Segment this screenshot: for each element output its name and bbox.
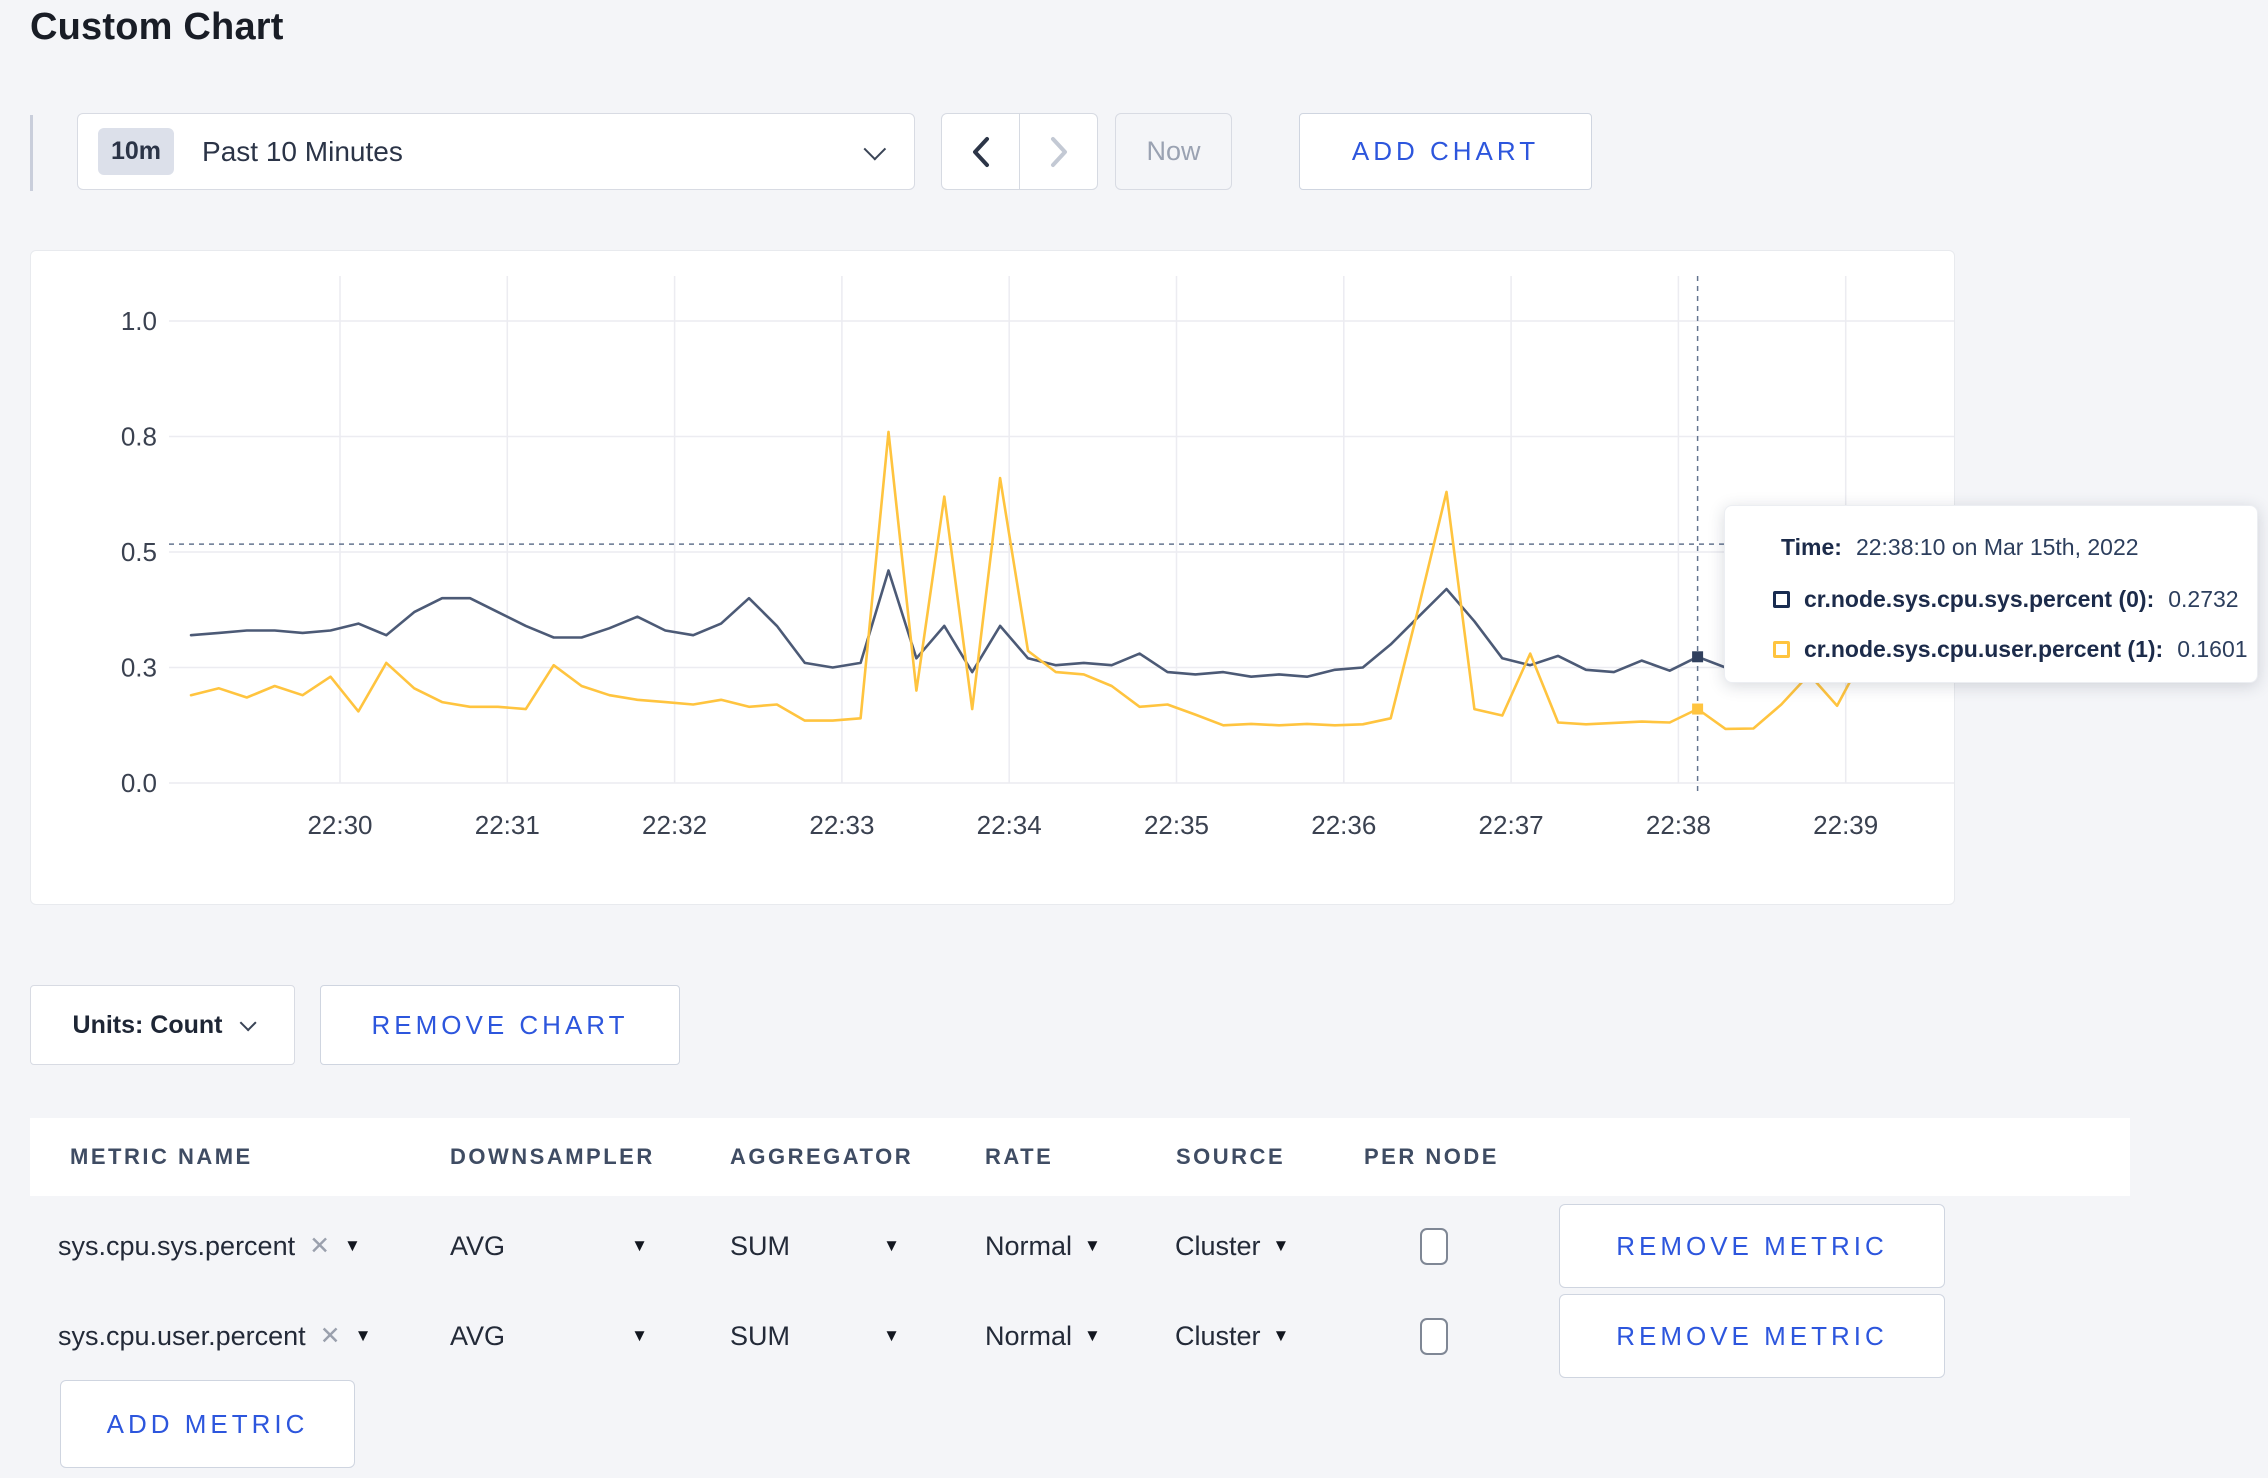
- add-metric-button[interactable]: ADD METRIC: [60, 1380, 355, 1468]
- caret-down-icon[interactable]: ▼: [344, 1236, 361, 1256]
- svg-text:22:36: 22:36: [1311, 810, 1376, 840]
- remove-metric-button[interactable]: REMOVE METRIC: [1559, 1204, 1945, 1288]
- remove-metric-button[interactable]: REMOVE METRIC: [1559, 1294, 1945, 1378]
- column-header-rate: RATE: [985, 1144, 1054, 1169]
- aggregator-value: SUM: [730, 1320, 790, 1351]
- column-header-source: SOURCE: [1176, 1144, 1286, 1169]
- aggregator-select[interactable]: SUM ▼: [730, 1204, 900, 1288]
- metric-row: sys.cpu.user.percent ✕ ▼ AVG ▼ SUM ▼ Nor…: [0, 1294, 2268, 1378]
- chevron-right-icon: [1050, 136, 1067, 167]
- metric-name-value[interactable]: sys.cpu.sys.percent: [58, 1231, 295, 1262]
- aggregator-select[interactable]: SUM ▼: [730, 1294, 900, 1378]
- column-header-aggregator: AGGREGATOR: [730, 1144, 914, 1169]
- caret-down-icon: ▼: [883, 1326, 900, 1345]
- series-swatch-icon: [1773, 591, 1790, 608]
- downsampler-value: AVG: [450, 1230, 506, 1261]
- svg-text:1.0: 1.0: [121, 306, 157, 336]
- svg-text:22:35: 22:35: [1144, 810, 1209, 840]
- caret-down-icon: ▼: [883, 1236, 900, 1255]
- downsampler-select[interactable]: AVG ▼: [450, 1294, 648, 1378]
- caret-down-icon: ▼: [1272, 1326, 1290, 1345]
- time-range-select[interactable]: 10m Past 10 Minutes: [77, 113, 915, 190]
- tooltip-time-label: Time:: [1781, 534, 1842, 560]
- tooltip-series-label: cr.node.sys.cpu.sys.percent (0):: [1804, 586, 2155, 612]
- rate-select[interactable]: Normal ▼: [985, 1204, 1101, 1288]
- chart-plot[interactable]: 0.0 0.3 0.5 0.8 1.0 22:30 22:31 22:32 22:33 22:34…: [31, 251, 1954, 904]
- tooltip-time-value: 22:38:10 on Mar 15th, 2022: [1855, 534, 2139, 560]
- add-chart-button[interactable]: ADD CHART: [1299, 113, 1592, 190]
- time-range-badge: 10m: [98, 128, 175, 175]
- tooltip-series-label: cr.node.sys.cpu.user.percent (1):: [1804, 636, 2164, 662]
- svg-text:22:38: 22:38: [1646, 810, 1711, 840]
- page-title: Custom Chart: [30, 6, 284, 48]
- svg-text:0.3: 0.3: [121, 653, 157, 683]
- next-range-button[interactable]: [1019, 114, 1097, 189]
- column-header-metric-name: METRIC NAME: [70, 1144, 253, 1169]
- svg-text:22:37: 22:37: [1479, 810, 1544, 840]
- now-button[interactable]: Now: [1115, 113, 1232, 190]
- svg-text:22:33: 22:33: [809, 810, 874, 840]
- metric-row: sys.cpu.sys.percent ✕ ▼ AVG ▼ SUM ▼ Norm…: [0, 1204, 2268, 1288]
- remove-metric-name-icon[interactable]: ✕: [309, 1231, 330, 1261]
- source-value: Cluster: [1175, 1230, 1261, 1261]
- rate-value: Normal: [985, 1230, 1073, 1261]
- aggregator-value: SUM: [730, 1230, 790, 1261]
- source-select[interactable]: Cluster ▼: [1175, 1204, 1289, 1288]
- series-swatch-icon: [1773, 641, 1790, 658]
- rate-value: Normal: [985, 1320, 1073, 1351]
- source-value: Cluster: [1175, 1320, 1261, 1351]
- svg-text:22:34: 22:34: [977, 810, 1042, 840]
- caret-down-icon: ▼: [1272, 1236, 1290, 1255]
- svg-text:0.0: 0.0: [121, 768, 157, 798]
- remove-metric-name-icon[interactable]: ✕: [320, 1321, 341, 1351]
- caret-down-icon: ▼: [1084, 1326, 1101, 1345]
- chevron-down-icon: [240, 1014, 258, 1032]
- tooltip-series-value: 0.2732: [2168, 586, 2239, 612]
- column-header-downsampler: DOWNSAMPLER: [450, 1144, 655, 1169]
- per-node-checkbox[interactable]: [1420, 1318, 1448, 1355]
- time-range-label: Past 10 Minutes: [202, 135, 403, 167]
- chevron-left-icon: [972, 136, 989, 167]
- downsampler-value: AVG: [450, 1320, 506, 1351]
- metrics-table-header: METRIC NAME DOWNSAMPLER AGGREGATOR RATE …: [30, 1118, 2130, 1196]
- tooltip-series-value: 0.1601: [2177, 636, 2248, 662]
- source-select[interactable]: Cluster ▼: [1175, 1294, 1289, 1378]
- column-header-per-node: PER NODE: [1364, 1144, 1499, 1169]
- chart-tooltip: Time: 22:38:10 on Mar 15th, 2022 cr.node…: [1724, 505, 2258, 683]
- units-select[interactable]: Units: Count: [30, 985, 295, 1065]
- toolbar-divider: [30, 115, 33, 191]
- svg-text:22:30: 22:30: [307, 810, 372, 840]
- svg-text:22:32: 22:32: [642, 810, 707, 840]
- caret-down-icon: ▼: [631, 1326, 648, 1345]
- svg-text:22:31: 22:31: [475, 810, 540, 840]
- caret-down-icon[interactable]: ▼: [355, 1326, 372, 1346]
- chart-card: 0.0 0.3 0.5 0.8 1.0 22:30 22:31 22:32 22:33 22:34…: [30, 250, 1955, 905]
- svg-text:22:39: 22:39: [1813, 810, 1878, 840]
- per-node-checkbox[interactable]: [1420, 1228, 1448, 1265]
- svg-text:0.5: 0.5: [121, 537, 157, 567]
- svg-text:0.8: 0.8: [121, 422, 157, 452]
- units-label: Units: Count: [72, 1010, 223, 1039]
- downsampler-select[interactable]: AVG ▼: [450, 1204, 648, 1288]
- remove-chart-button[interactable]: REMOVE CHART: [320, 985, 680, 1065]
- chevron-down-icon: [863, 137, 887, 160]
- rate-select[interactable]: Normal ▼: [985, 1294, 1101, 1378]
- prev-range-button[interactable]: [942, 114, 1019, 189]
- metric-name-value[interactable]: sys.cpu.user.percent: [58, 1321, 306, 1352]
- caret-down-icon: ▼: [1084, 1236, 1101, 1255]
- time-nav-group: [941, 113, 1098, 190]
- caret-down-icon: ▼: [631, 1236, 648, 1255]
